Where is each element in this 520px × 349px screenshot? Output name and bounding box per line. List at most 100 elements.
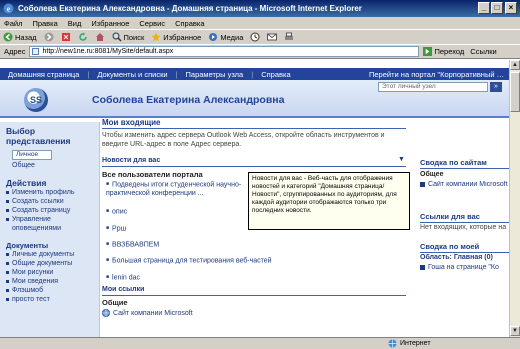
action-create-links[interactable]: Создать ссылки — [0, 197, 99, 206]
ie-logo-icon: e — [3, 3, 14, 14]
view-shared[interactable]: Общее — [0, 161, 99, 170]
select-view-heading: Выбор представления — [6, 126, 71, 146]
nav-home[interactable]: Домашняя страница — [8, 70, 79, 79]
action-create-page[interactable]: Создать страницу — [0, 206, 99, 215]
portal-top-nav: Домашняя страница | Документы и списки |… — [0, 68, 509, 80]
bullet-icon — [6, 217, 9, 221]
news-item[interactable]: lenin dac — [106, 273, 246, 282]
vertical-scrollbar[interactable]: ▲ ▼ — [509, 60, 520, 337]
menu-file[interactable]: Файл — [4, 19, 22, 28]
back-arrow-icon — [3, 32, 13, 42]
news-item[interactable]: Ррш — [106, 224, 246, 233]
favorites-button[interactable]: Избранное — [151, 32, 201, 42]
address-label: Адрес — [4, 47, 26, 56]
doc-flashmob[interactable]: Флэшмоб — [0, 286, 99, 295]
work-summary-title: Сводка по моей — [420, 242, 480, 251]
search-icon — [112, 32, 122, 42]
print-button[interactable] — [284, 32, 294, 42]
links-divider — [102, 295, 406, 296]
doc-test[interactable]: просто тест — [0, 295, 99, 304]
minimize-button[interactable]: _ — [478, 2, 490, 14]
bullet-icon — [6, 199, 9, 203]
links-shared-heading: Общие — [102, 298, 128, 307]
back-button[interactable]: Назад — [3, 32, 37, 42]
scroll-down-arrow-icon[interactable]: ▼ — [510, 326, 520, 336]
action-edit-profile[interactable]: Изменить профиль — [0, 188, 99, 197]
portal-header: SS Соболева Екатерина Александровна Этот… — [0, 80, 509, 118]
view-personal[interactable]: Личное — [12, 150, 52, 160]
link-globe-icon — [102, 309, 110, 317]
news-item[interactable]: опис — [106, 207, 246, 216]
star-icon — [151, 32, 161, 42]
home-button[interactable] — [95, 32, 105, 42]
links-title: Мои ссылки — [102, 286, 145, 293]
news-list: Подведены итоги студенческой научно-прак… — [106, 180, 272, 282]
history-button[interactable] — [250, 32, 260, 42]
window-titlebar: e Соболева Екатерина Александровна - Дом… — [0, 0, 520, 17]
bullet-icon — [6, 252, 9, 256]
menu-tools[interactable]: Сервис — [139, 19, 165, 28]
stop-button[interactable] — [61, 32, 71, 42]
search-button[interactable]: Поиск — [112, 32, 144, 42]
doc-shared[interactable]: Общие документы — [0, 259, 99, 268]
mail-button[interactable] — [267, 32, 278, 42]
menu-bar: Файл Правка Вид Избранное Сервис Справка — [0, 17, 520, 29]
go-button[interactable]: Переход — [423, 47, 464, 56]
media-button[interactable]: Медиа — [208, 32, 243, 42]
go-arrow-icon — [423, 47, 433, 56]
bullet-icon — [6, 297, 9, 301]
work-area-heading: Область: Главная (0) — [420, 254, 493, 261]
nav-site-settings[interactable]: Параметры узла — [186, 70, 244, 79]
all-users-heading: Все пользователи портала — [102, 170, 203, 179]
printer-icon — [285, 32, 294, 40]
news-item[interactable]: Подведены итоги студенческой научно-прак… — [106, 180, 246, 198]
doc-personal[interactable]: Личные документы — [0, 250, 99, 259]
doc-pictures[interactable]: Мои рисунки — [0, 268, 99, 277]
news-item[interactable]: Большая страница для тестирования веб-ча… — [106, 256, 306, 265]
menu-favorites[interactable]: Избранное — [91, 19, 129, 28]
news-menu-chevron-icon[interactable]: ▼ — [398, 156, 405, 163]
page-icon — [32, 48, 40, 55]
bullet-icon — [6, 261, 9, 265]
nav-separator: | — [251, 69, 254, 79]
status-zone: Интернет — [388, 339, 431, 348]
address-input[interactable]: http://new1ne.ru:8081/MySite/default.asp… — [29, 46, 420, 57]
media-icon — [209, 33, 218, 41]
bullet-icon — [420, 182, 425, 187]
address-url: http://new1ne.ru:8081/MySite/default.asp… — [42, 48, 174, 55]
goto-portal-link[interactable]: Перейти на портал "Корпоративный портал" — [369, 70, 509, 79]
browser-toolbar: Назад Поиск Избранное Медиа — [0, 29, 520, 44]
close-button[interactable]: × — [505, 2, 517, 14]
history-icon — [250, 32, 260, 42]
site-search-button[interactable]: » — [490, 82, 502, 92]
documents-heading: Документы — [6, 241, 49, 250]
status-bar: Интернет — [0, 337, 520, 349]
news-item[interactable]: ВВЗБВАВПЕМ — [106, 240, 246, 249]
action-manage-alerts[interactable]: Управление оповещениями — [0, 215, 99, 233]
nav-help[interactable]: Справка — [261, 70, 290, 79]
bullet-icon — [6, 279, 9, 283]
work-link[interactable]: Гоша на странице "Ко — [420, 264, 509, 271]
refresh-button[interactable] — [78, 32, 88, 42]
inbox-title: Мои входящие — [102, 118, 161, 127]
scroll-thumb[interactable] — [510, 72, 520, 112]
site-link[interactable]: Сайт компании Microsoft — [420, 181, 509, 188]
sites-shared-heading: Общее — [420, 171, 444, 178]
menu-help[interactable]: Справка — [175, 19, 204, 28]
doc-info[interactable]: Мои сведения — [0, 277, 99, 286]
scroll-up-arrow-icon[interactable]: ▲ — [510, 60, 520, 70]
sites-divider — [420, 168, 509, 169]
home-icon — [95, 33, 104, 41]
menu-view[interactable]: Вид — [68, 19, 82, 28]
bullet-icon — [6, 270, 9, 274]
nav-documents[interactable]: Документы и списки — [97, 70, 167, 79]
links-toolbar-label[interactable]: Ссылки — [470, 47, 496, 56]
bullet-icon — [6, 288, 9, 292]
link-item[interactable]: Сайт компании Microsoft — [102, 309, 193, 317]
forward-button[interactable] — [44, 32, 54, 42]
actions-heading: Действия — [6, 178, 47, 188]
news-webpart-tooltip: Новости для вас - Веб-часть для отображе… — [248, 172, 410, 230]
site-search-input[interactable]: Этот личный узел — [378, 82, 488, 92]
menu-edit[interactable]: Правка — [32, 19, 57, 28]
maximize-button[interactable]: □ — [491, 2, 503, 14]
